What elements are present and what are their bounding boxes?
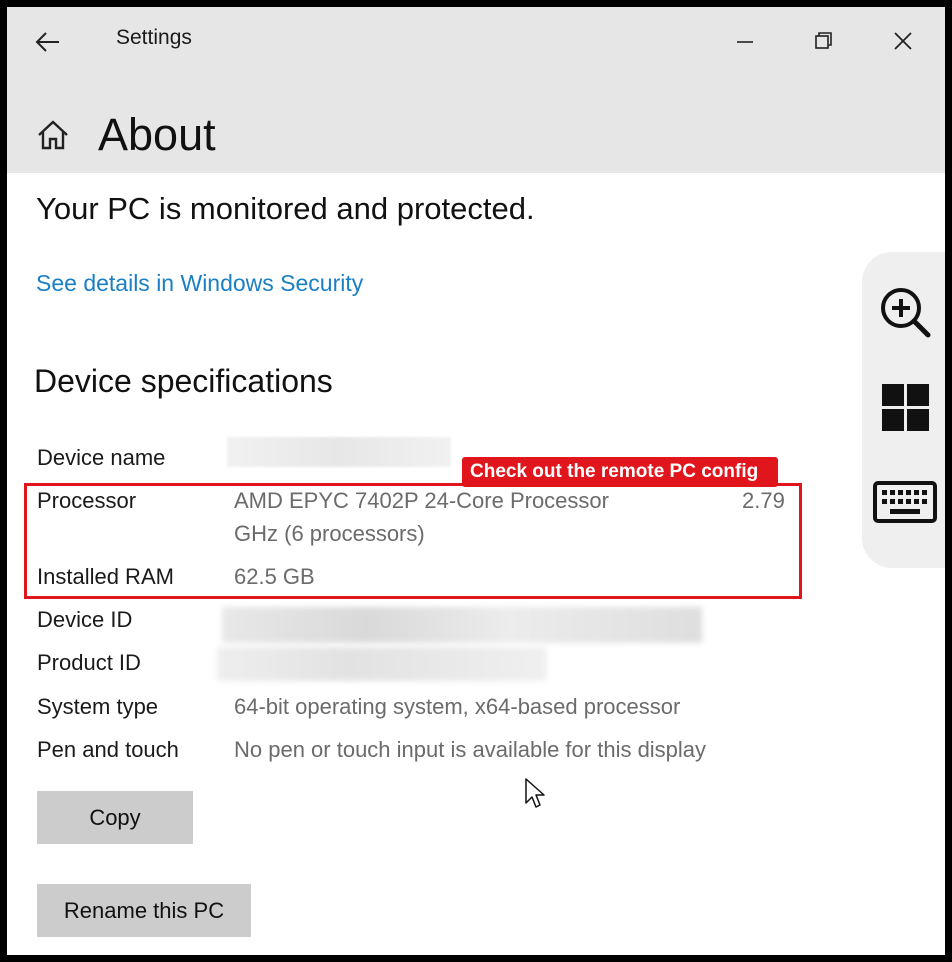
side-toolbar <box>862 252 945 568</box>
windows-start-button[interactable] <box>876 378 934 436</box>
security-status-text: Your PC is monitored and protected. <box>36 191 535 226</box>
zoom-in-button[interactable] <box>876 283 934 341</box>
keyboard-icon <box>873 481 937 523</box>
device-name-label: Device name <box>37 445 166 470</box>
home-icon[interactable] <box>35 117 71 153</box>
copy-button[interactable]: Copy <box>37 791 193 844</box>
system-type-value: 64-bit operating system, x64-based proce… <box>234 694 681 719</box>
rename-pc-button[interactable]: Rename this PC <box>37 884 251 937</box>
zoom-in-icon <box>881 288 931 338</box>
annotation-highlight-box <box>24 483 802 599</box>
pen-touch-label: Pen and touch <box>37 737 179 762</box>
windows-start-icon <box>882 384 929 431</box>
app-title: Settings <box>116 26 192 49</box>
redacted-device-name <box>227 437 451 467</box>
page-header: About <box>7 73 945 173</box>
windows-security-link[interactable]: See details in Windows Security <box>36 270 363 297</box>
product-id-label: Product ID <box>37 650 141 675</box>
redacted-device-id <box>222 607 702 643</box>
title-bar: Settings <box>7 7 945 73</box>
restore-button[interactable] <box>803 21 843 61</box>
back-arrow-icon <box>35 32 59 52</box>
device-id-label: Device ID <box>37 607 133 632</box>
close-button[interactable] <box>883 21 923 61</box>
annotation-callout: Check out the remote PC config <box>462 457 779 487</box>
page-title: About <box>98 109 216 160</box>
mouse-cursor-icon <box>525 778 545 808</box>
back-button[interactable] <box>31 25 65 59</box>
system-type-label: System type <box>37 694 159 719</box>
minimize-button[interactable] <box>725 21 765 61</box>
settings-window: Settings About Your PC is monitored and … <box>0 0 952 962</box>
device-specs-heading: Device specifications <box>34 363 333 399</box>
redacted-product-id <box>217 647 547 681</box>
minimize-icon <box>737 41 753 43</box>
on-screen-keyboard-button[interactable] <box>873 473 937 531</box>
close-icon <box>894 32 912 50</box>
pen-touch-value: No pen or touch input is available for t… <box>234 737 707 762</box>
restore-icon <box>815 32 832 49</box>
